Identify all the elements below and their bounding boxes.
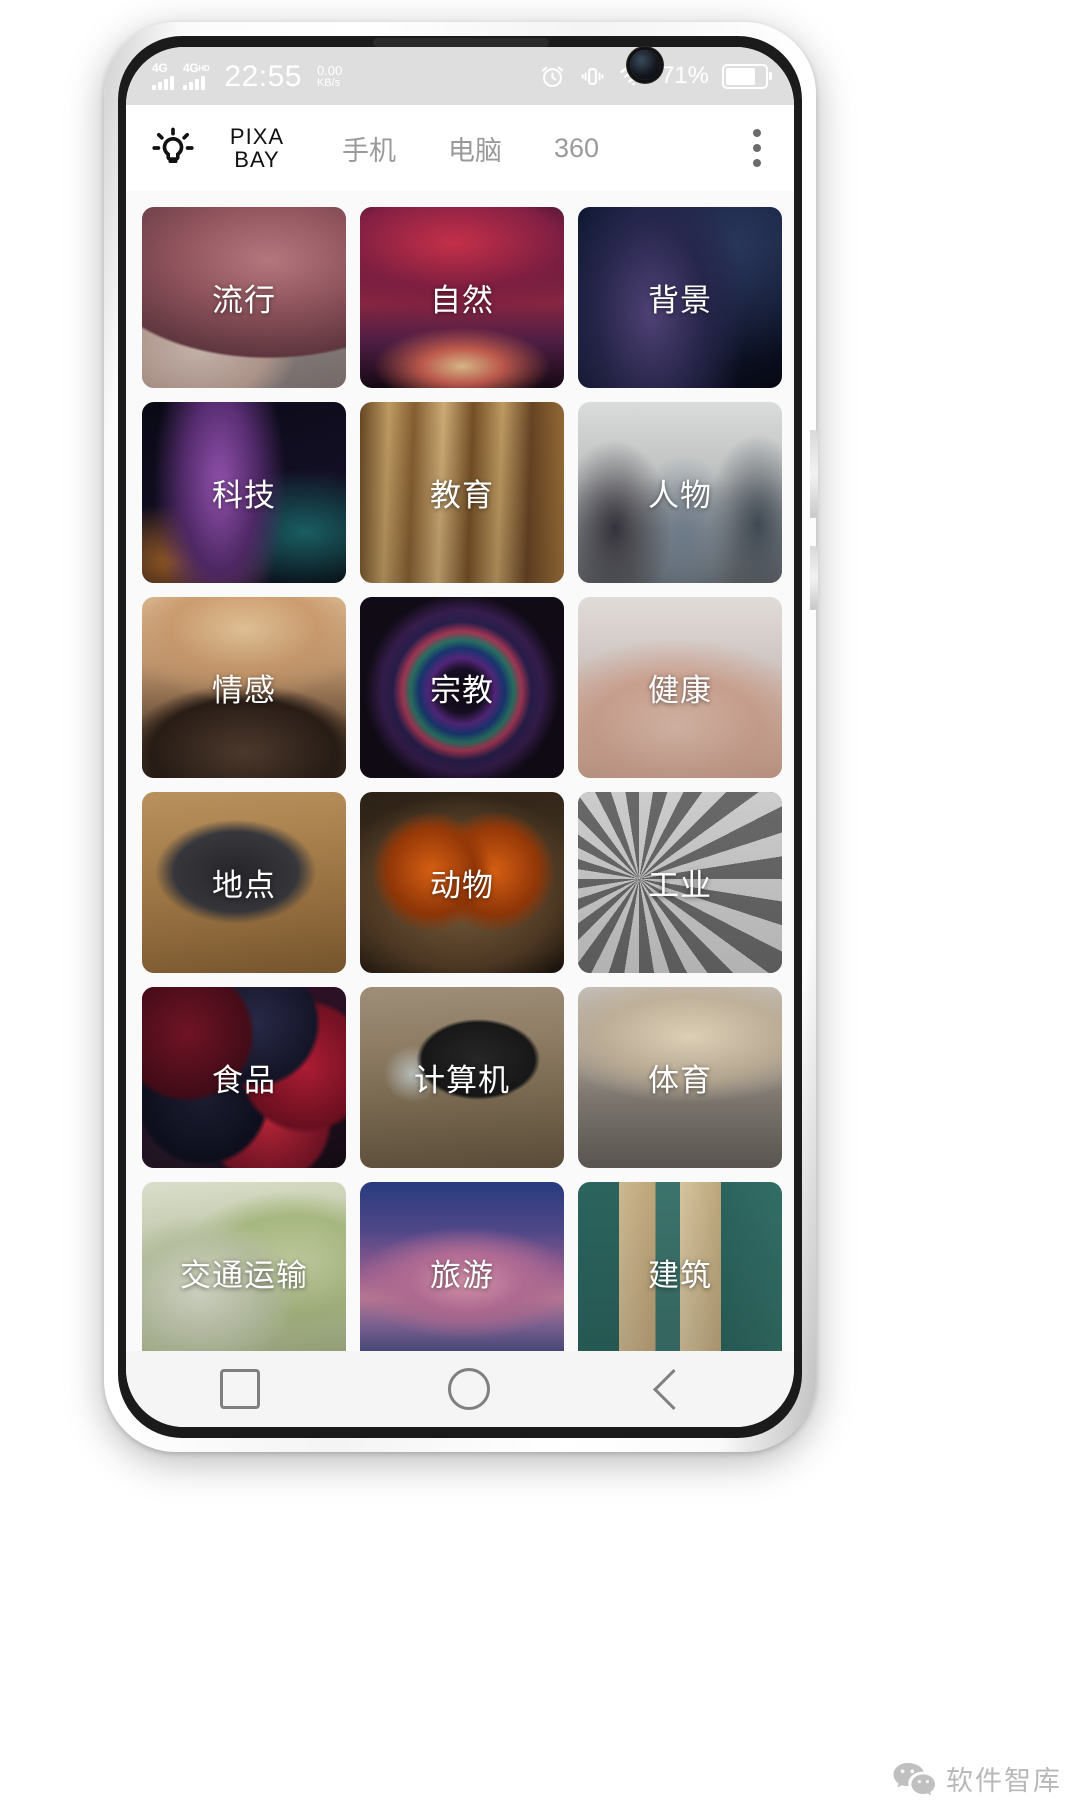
category-tile-emotion[interactable]: 情感	[142, 597, 346, 778]
network-speed: 0.00 KB/s	[316, 63, 343, 89]
vibrate-icon	[581, 67, 604, 85]
category-grid: 流行 自然 背景 科技 教育 人物 情感 宗教 健康 地点 动物 工业 食品 计…	[126, 191, 794, 1351]
network-speed-value: 0.00	[316, 63, 343, 78]
category-label: 自然	[430, 283, 494, 318]
home-icon[interactable]	[448, 1368, 491, 1410]
category-label: 科技	[212, 478, 276, 513]
sim2-network-text: 4G	[183, 61, 199, 75]
sim2-signal: 4GHD	[183, 61, 210, 90]
front-camera	[630, 50, 660, 80]
category-tile-architecture[interactable]: 建筑	[578, 1182, 782, 1351]
category-label: 背景	[648, 283, 712, 318]
brand-logo[interactable]: PIXA BAY	[224, 125, 290, 171]
sim2-signal-bars-icon	[183, 76, 205, 90]
category-label: 交通运输	[180, 1258, 308, 1293]
sim2-network-label: 4GHD	[183, 61, 210, 75]
power-button[interactable]	[810, 546, 818, 610]
category-tile-food[interactable]: 食品	[142, 987, 346, 1168]
header-tabs: 手机 电脑 360	[316, 129, 625, 168]
category-label: 健康	[648, 673, 712, 708]
tab-desktop[interactable]: 电脑	[422, 129, 528, 168]
network-speed-unit: KB/s	[316, 77, 341, 89]
sim1-signal: 4G	[152, 61, 174, 90]
recent-apps-icon[interactable]	[220, 1369, 261, 1409]
category-tile-religion[interactable]: 宗教	[360, 597, 564, 778]
more-vertical-icon[interactable]	[740, 125, 774, 171]
category-label: 流行	[212, 283, 276, 318]
brand-logo-line2: BAY	[234, 147, 280, 172]
category-label: 情感	[212, 673, 276, 708]
category-label: 人物	[648, 478, 712, 513]
category-tile-health[interactable]: 健康	[578, 597, 782, 778]
category-label: 旅游	[430, 1258, 494, 1293]
category-tile-pop[interactable]: 流行	[142, 207, 346, 388]
category-tile-education[interactable]: 教育	[360, 402, 564, 583]
watermark-text: 软件智库	[946, 1766, 1062, 1796]
category-label: 建筑	[648, 1258, 712, 1293]
status-clock: 22:55	[224, 60, 302, 93]
battery-percent-label: 71%	[660, 62, 709, 89]
tab-mobile[interactable]: 手机	[316, 129, 422, 168]
category-label: 宗教	[430, 673, 494, 708]
sim1-network-label: 4G	[152, 61, 168, 75]
volume-button[interactable]	[810, 430, 818, 518]
tab-360[interactable]: 360	[528, 133, 625, 164]
category-label: 体育	[648, 1063, 712, 1098]
category-tile-technology[interactable]: 科技	[142, 402, 346, 583]
category-tile-travel[interactable]: 旅游	[360, 1182, 564, 1351]
category-tile-background[interactable]: 背景	[578, 207, 782, 388]
category-tile-industry[interactable]: 工业	[578, 792, 782, 973]
category-label: 计算机	[414, 1063, 510, 1098]
category-tile-transportation[interactable]: 交通运输	[142, 1182, 346, 1351]
system-navigation-bar	[126, 1351, 794, 1427]
sim1-signal-bars-icon	[152, 76, 174, 90]
category-tile-sports[interactable]: 体育	[578, 987, 782, 1168]
category-label: 地点	[212, 868, 276, 903]
status-bar: 4G 4GHD 22:55 0.00 KB/s 71%	[126, 47, 794, 105]
brand-logo-line1: PIXA	[229, 124, 285, 149]
watermark: 软件智库	[892, 1759, 1062, 1798]
category-tile-computer[interactable]: 计算机	[360, 987, 564, 1168]
earpiece-speaker	[373, 38, 549, 47]
battery-icon	[722, 63, 772, 89]
alarm-icon	[541, 66, 563, 87]
category-tile-animals[interactable]: 动物	[360, 792, 564, 973]
category-tile-people[interactable]: 人物	[578, 402, 782, 583]
back-icon[interactable]	[679, 1370, 700, 1408]
category-label: 食品	[212, 1063, 276, 1098]
sim2-hd-badge: HD	[198, 64, 210, 73]
app-header: PIXA BAY 手机 电脑 360	[126, 105, 794, 191]
category-label: 工业	[648, 868, 712, 903]
category-tile-nature[interactable]: 自然	[360, 207, 564, 388]
lightbulb-icon[interactable]	[150, 125, 196, 171]
status-bar-left: 4G 4GHD 22:55 0.00 KB/s	[152, 60, 343, 93]
phone-screen: 4G 4GHD 22:55 0.00 KB/s 71% PIXA BAY 手机 …	[126, 47, 794, 1427]
category-label: 教育	[430, 478, 494, 513]
category-tile-places[interactable]: 地点	[142, 792, 346, 973]
category-label: 动物	[430, 868, 494, 903]
wechat-icon	[893, 1762, 935, 1795]
